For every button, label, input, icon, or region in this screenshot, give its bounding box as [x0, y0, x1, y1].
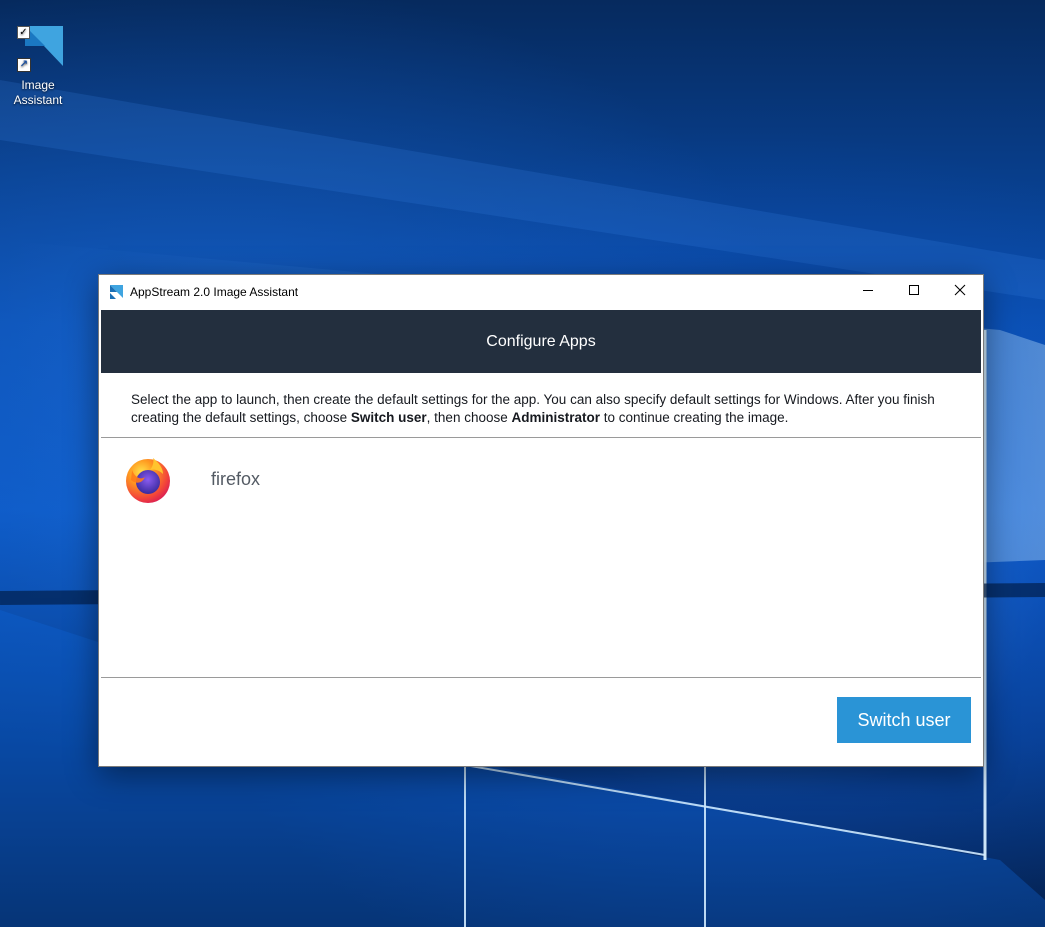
- divider-bottom: [101, 677, 981, 678]
- appstream-icon: [110, 285, 123, 299]
- app-list: firefox: [101, 438, 981, 677]
- instructions-part3: to continue creating the image.: [600, 410, 789, 425]
- close-button[interactable]: [937, 275, 983, 305]
- image-assistant-icon: ✓ ↗: [11, 24, 65, 76]
- window-controls: [845, 275, 983, 305]
- shortcut-arrow-icon: ↗: [17, 58, 31, 72]
- maximize-button[interactable]: [891, 275, 937, 305]
- app-name-firefox: firefox: [211, 468, 261, 489]
- checkbox-overlay-icon: ✓: [17, 26, 30, 39]
- image-assistant-window: AppStream 2.0 Image Assistant Configure …: [98, 274, 984, 767]
- instructions-switch-user: Switch user: [350, 410, 427, 425]
- instructions-administrator: Administrator: [511, 410, 600, 425]
- app-item-firefox[interactable]: firefox: [123, 454, 260, 504]
- desktop-icon-label-line1: Image: [21, 78, 55, 92]
- title-bar[interactable]: AppStream 2.0 Image Assistant: [99, 275, 983, 309]
- desktop: ✓ ↗ Image Assistant AppStream 2.0 Image …: [0, 0, 1045, 927]
- switch-user-button[interactable]: Switch user: [837, 697, 971, 743]
- close-icon: [954, 284, 966, 296]
- desktop-icon-image-assistant[interactable]: ✓ ↗ Image Assistant: [8, 24, 68, 108]
- maximize-icon: [909, 285, 919, 295]
- page-header: Configure Apps: [101, 310, 981, 373]
- firefox-icon: [126, 458, 170, 503]
- desktop-icon-label-line2: Assistant: [13, 93, 63, 107]
- page-title: Configure Apps: [486, 332, 596, 350]
- minimize-icon: [863, 290, 873, 291]
- minimize-button[interactable]: [845, 275, 891, 305]
- instructions-part2: , then choose: [426, 410, 512, 425]
- instructions-text: Select the app to launch, then create th…: [131, 391, 943, 427]
- window-title: AppStream 2.0 Image Assistant: [130, 285, 299, 299]
